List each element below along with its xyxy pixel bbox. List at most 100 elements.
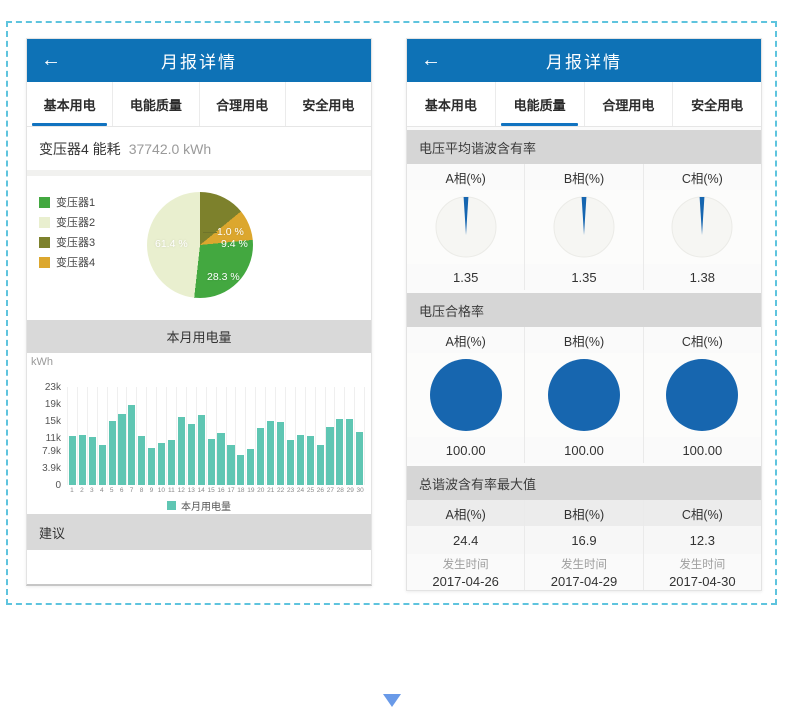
x-tick-label: 13 [186,487,196,494]
bar[interactable] [118,414,125,485]
bar-slot [335,387,345,485]
pie-data-label: 1.0 % [217,226,244,238]
tab-label: 安全用电 [691,95,743,114]
bar[interactable] [297,435,304,485]
bar[interactable] [168,440,175,485]
legend-swatch [39,237,50,248]
phase-header: B相(%) [524,327,642,353]
page-title: 月报详情 [546,48,622,73]
bar[interactable] [217,433,224,485]
bar[interactable] [307,436,314,485]
time-value: 2017-04-26 [432,574,499,589]
pie-chart: 61.4 %1.0 %9.4 %28.3 % [147,192,253,298]
bar[interactable] [128,405,135,485]
occurrence-time: 发生时间 2017-04-26 [407,554,524,590]
phase-header: C相(%) [643,327,761,353]
summary-value: 37742.0 kWh [129,141,212,157]
bar-slot [326,387,336,485]
x-tick-label: 17 [226,487,236,494]
monthly-usage-header: 本月用电量 [27,320,371,353]
bar[interactable] [208,439,215,485]
tab-label: 基本用电 [44,95,96,114]
x-tick-label: 21 [266,487,276,494]
tab-电能质量[interactable]: 电能质量 [495,82,584,126]
x-tick-label: 9 [147,487,157,494]
tab-安全用电[interactable]: 安全用电 [672,82,761,126]
bar-slot [306,387,316,485]
needle-gauge-chart [670,195,734,259]
bar[interactable] [356,432,363,485]
bar-slot [256,387,266,485]
column-headers: A相(%)B相(%)C相(%) [407,164,761,190]
back-arrow-icon[interactable]: ← [421,47,441,73]
bar[interactable] [346,419,353,485]
y-tick-label: 7.9k [27,446,61,457]
suggestion-section-header[interactable]: 建议 [27,514,371,550]
value-row: 100.00100.00100.00 [407,437,761,463]
tab-电能质量[interactable]: 电能质量 [112,82,198,126]
needle-gauge-chart [552,195,616,259]
bar[interactable] [227,445,234,485]
bar[interactable] [79,435,86,485]
bar[interactable] [178,417,185,485]
x-tick-label: 7 [127,487,137,494]
tab-label: 电能质量 [130,95,182,114]
bar[interactable] [188,424,195,485]
appbar-right: ← 月报详情 [407,39,761,82]
tab-合理用电[interactable]: 合理用电 [584,82,673,126]
bar[interactable] [267,421,274,485]
bar[interactable] [148,448,155,485]
bar[interactable] [138,436,145,485]
x-tick-label: 2 [77,487,87,494]
tab-基本用电[interactable]: 基本用电 [407,82,495,126]
bar[interactable] [198,415,205,485]
time-value: 2017-04-29 [551,574,618,589]
bar-chart-plot [67,387,365,485]
time-label: 发生时间 [443,556,489,572]
bar[interactable] [109,421,116,485]
x-tick-label: 16 [216,487,226,494]
legend-swatch [39,197,50,208]
x-tick-label: 12 [176,487,186,494]
y-tick-label: 15k [27,416,61,427]
bar-slot [227,387,237,485]
x-tick-label: 20 [256,487,266,494]
needle-gauge-chart [434,195,498,259]
back-arrow-icon[interactable]: ← [41,47,61,73]
chart-row [407,353,761,437]
bar[interactable] [99,445,106,485]
bar[interactable] [277,422,284,485]
phase-chart [643,190,761,264]
bar-slot [78,387,88,485]
screenshot-basic-power: ← 月报详情 基本用电电能质量合理用电安全用电 变压器4 能耗 37742.0 … [26,38,372,586]
pie-legend-item: 变压器4 [39,252,95,272]
bar[interactable] [257,428,264,485]
active-tab-underline [32,123,107,126]
tab-基本用电[interactable]: 基本用电 [27,82,112,126]
bar[interactable] [69,436,76,485]
time-label: 发生时间 [679,556,725,572]
x-tick-label: 30 [355,487,365,494]
section-title-2: 总谐波含有率最大值 [407,466,761,500]
bar[interactable] [158,443,165,485]
tab-安全用电[interactable]: 安全用电 [285,82,371,126]
x-tick-label: 6 [117,487,127,494]
bar[interactable] [326,427,333,485]
bar-slot [88,387,98,485]
phase-chart [643,353,761,437]
bar-slot [197,387,207,485]
x-tick-label: 25 [306,487,316,494]
bar-slot [266,387,276,485]
time-label: 发生时间 [561,556,607,572]
bar[interactable] [317,445,324,485]
bar[interactable] [237,455,244,485]
bar[interactable] [287,440,294,485]
bar[interactable] [336,419,343,485]
bar[interactable] [247,449,254,485]
pie-data-label: 61.4 % [155,238,188,250]
bar[interactable] [89,437,96,485]
tab-合理用电[interactable]: 合理用电 [199,82,285,126]
bar-slot [355,387,365,485]
x-tick-label: 1 [67,487,77,494]
x-tick-label: 26 [315,487,325,494]
